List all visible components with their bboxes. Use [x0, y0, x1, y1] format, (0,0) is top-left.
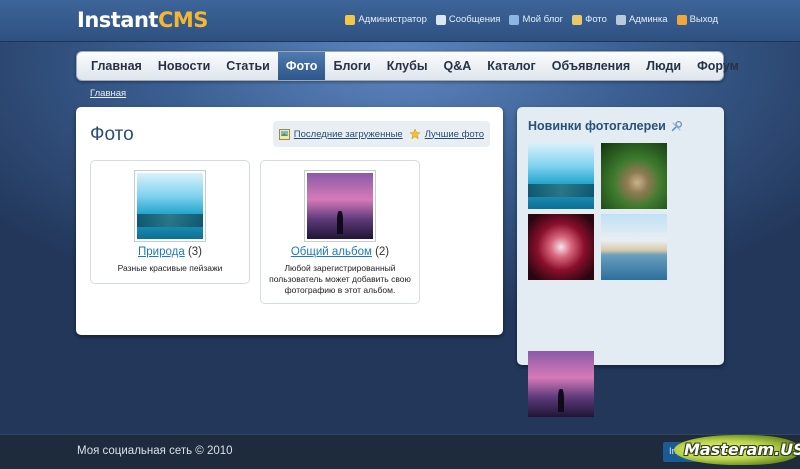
watermark-text: Masteram.US — [684, 440, 800, 459]
settings-icon[interactable] — [670, 120, 683, 133]
album-thumb-common[interactable] — [304, 170, 376, 242]
gallery-thumb[interactable] — [528, 214, 594, 280]
album-description: Любой зарегистрированный пользователь мо… — [269, 263, 411, 295]
user-menu-label: Мой блог — [522, 14, 564, 25]
latest-photos-sidebar: Новинки фотогалереи — [517, 107, 724, 417]
copyright: Моя социальная сеть © 2010 — [77, 445, 233, 457]
nav-item-5[interactable]: Клубы — [379, 52, 436, 80]
user-menu-item-0[interactable]: Администратор — [345, 14, 427, 25]
album-count: (2) — [375, 246, 390, 258]
gallery-thumb[interactable] — [528, 351, 594, 417]
user-menu-item-4[interactable]: Админка — [615, 14, 668, 25]
album-photo — [307, 173, 373, 239]
image-icon — [278, 128, 290, 140]
main-nav: Главная Новости Статьи Фото Блоги Клубы Q&A Кат… — [76, 51, 739, 81]
nav-item-1[interactable]: Новости — [150, 52, 218, 80]
nav-item-6[interactable]: Q&A — [436, 52, 480, 80]
admin-icon — [615, 14, 626, 25]
user-menu-item-1[interactable]: Сообщения — [435, 14, 501, 25]
blog-icon — [509, 14, 520, 25]
user-menu-label: Админка — [628, 14, 668, 25]
photo-links: Последние загруженные Лучшие фото — [272, 121, 490, 147]
album-description: Разные красивые пейзажи — [117, 263, 223, 273]
sidebar-title: Новинки фотогалереи — [528, 119, 683, 133]
nav-item-4[interactable]: Блоги — [325, 52, 378, 80]
album-card-nature: Природа (3) Разные красивые пейзажи — [90, 160, 250, 284]
album-photo — [137, 173, 203, 239]
user-menu-item-2[interactable]: Мой блог — [509, 14, 563, 25]
logo-cms: CMS — [157, 8, 208, 32]
album-thumb-nature[interactable] — [134, 170, 206, 242]
latest-uploads-link[interactable]: Последние загруженные — [278, 128, 403, 140]
gallery-thumb[interactable] — [528, 143, 594, 209]
nav-item-9[interactable]: Люди — [638, 52, 689, 80]
exit-icon — [676, 14, 687, 25]
album-title: Природа (3) — [91, 246, 249, 258]
user-menu-label: Сообщения — [448, 14, 501, 25]
gallery-thumb[interactable] — [601, 143, 667, 209]
gallery-thumb[interactable] — [601, 214, 667, 280]
user-menu-label: Фото — [585, 14, 607, 25]
main-content: Фото Последние загруженные Лучшие фото П… — [76, 107, 503, 335]
star-icon — [409, 128, 421, 140]
envelope-icon — [435, 14, 446, 25]
nav-item-2[interactable]: Статьи — [218, 52, 278, 80]
album-link-common[interactable]: Общий альбом — [291, 246, 372, 258]
best-photos-link[interactable]: Лучшие фото — [409, 128, 484, 140]
nav-item-0[interactable]: Главная — [83, 52, 150, 80]
logo-instant: Instant — [77, 8, 158, 32]
user-icon — [345, 14, 356, 25]
watermark-logo: Masteram.US — [674, 435, 800, 465]
nav-item-8[interactable]: Объявления — [544, 52, 638, 80]
top-bar: InstantCMS Администратор Сообщения Мой бло… — [0, 0, 800, 42]
album-title: Общий альбом (2) — [261, 246, 419, 258]
logo[interactable]: InstantCMS — [77, 8, 208, 32]
user-menu-label: Выход — [689, 14, 718, 25]
page-title: Фото — [90, 124, 134, 145]
latest-uploads-label: Последние загруженные — [293, 128, 403, 140]
breadcrumb[interactable]: Главная — [90, 88, 126, 99]
sidebar-title-text: Новинки фотогалереи — [528, 119, 666, 133]
photo-icon — [572, 14, 583, 25]
nav-item-10[interactable]: Форум — [689, 52, 747, 80]
album-count: (3) — [187, 246, 202, 258]
nav-item-3[interactable]: Фото — [277, 52, 326, 80]
nav-item-7[interactable]: Каталог — [479, 52, 543, 80]
best-photos-label: Лучшие фото — [424, 128, 484, 140]
user-menu-label: Администратор — [358, 14, 427, 25]
user-menu-item-3[interactable]: Фото — [572, 14, 607, 25]
user-menu-item-5[interactable]: Выход — [676, 14, 718, 25]
album-card-common: Общий альбом (2) Любой зарегистрированны… — [260, 160, 420, 304]
user-menu: Администратор Сообщения Мой блог Фото Админк… — [345, 14, 718, 25]
album-link-nature[interactable]: Природа — [138, 246, 185, 258]
